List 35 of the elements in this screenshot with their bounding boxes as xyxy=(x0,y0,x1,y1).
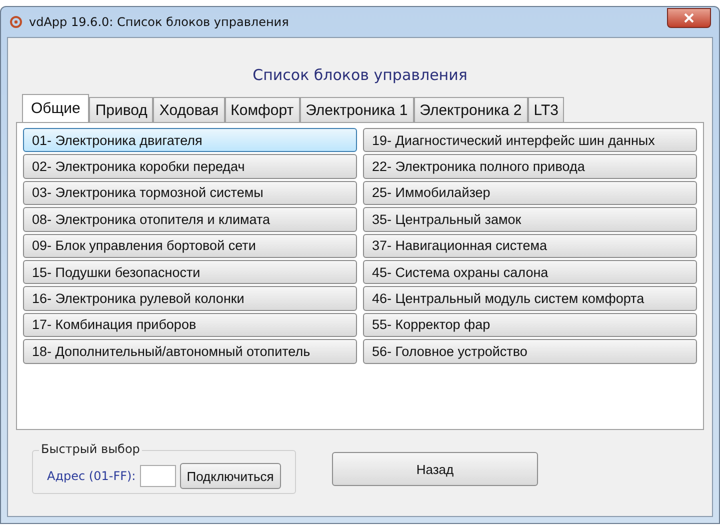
window-title: vdApp 19.6.0: Список блоков управления xyxy=(29,15,290,29)
module-button[interactable]: 35- Центральный замок xyxy=(363,207,697,232)
module-button[interactable]: 56- Головное устройство xyxy=(363,339,697,364)
module-button[interactable]: 15- Подушки безопасности xyxy=(23,260,357,284)
tab[interactable]: Привод xyxy=(89,97,154,122)
module-button[interactable]: 37- Навигационная система xyxy=(363,234,697,258)
module-button[interactable]: 02- Электроника коробки передач xyxy=(23,154,357,179)
module-button[interactable]: 25- Иммобилайзер xyxy=(363,180,697,206)
address-label: Адрес (01-FF): xyxy=(47,469,136,483)
module-button[interactable]: 22- Электроника полного привода xyxy=(363,154,697,179)
tab[interactable]: Ходовая xyxy=(153,97,225,122)
tab[interactable]: Комфорт xyxy=(224,97,300,122)
module-button[interactable]: 09- Блок управления бортовой сети xyxy=(23,234,357,258)
page-heading: Список блоков управления xyxy=(252,66,468,84)
module-button[interactable]: 19- Диагностический интерфейс шин данных xyxy=(363,128,697,152)
app-icon xyxy=(9,15,23,29)
module-button[interactable]: 45- Система охраны салона xyxy=(363,260,697,284)
tab[interactable]: Электроника 1 xyxy=(300,97,414,122)
module-button[interactable]: 18- Дополнительный/автономный отопитель xyxy=(23,339,357,364)
module-button[interactable]: 17- Комбинация приборов xyxy=(23,312,357,338)
group-title: Быстрый выбор xyxy=(39,442,142,456)
tab[interactable]: Общие xyxy=(22,94,90,122)
module-button[interactable]: 46- Центральный модуль систем комфорта xyxy=(363,286,697,311)
module-button[interactable]: 55- Корректор фар xyxy=(363,312,697,338)
tab[interactable]: Электроника 2 xyxy=(414,97,528,122)
address-field[interactable] xyxy=(140,465,176,487)
connect-button[interactable]: Подключиться xyxy=(180,463,281,489)
tab[interactable]: LT3 xyxy=(528,97,564,122)
module-button[interactable]: 01- Электроника двигателя xyxy=(23,128,357,152)
close-icon xyxy=(684,13,694,23)
module-button[interactable]: 08- Электроника отопителя и климата xyxy=(23,207,357,232)
module-button[interactable]: 16- Электроника рулевой колонки xyxy=(23,286,357,311)
close-button[interactable] xyxy=(667,8,711,28)
module-button[interactable]: 03- Электроника тормозной системы xyxy=(23,180,357,206)
back-button[interactable]: Назад xyxy=(332,452,538,486)
